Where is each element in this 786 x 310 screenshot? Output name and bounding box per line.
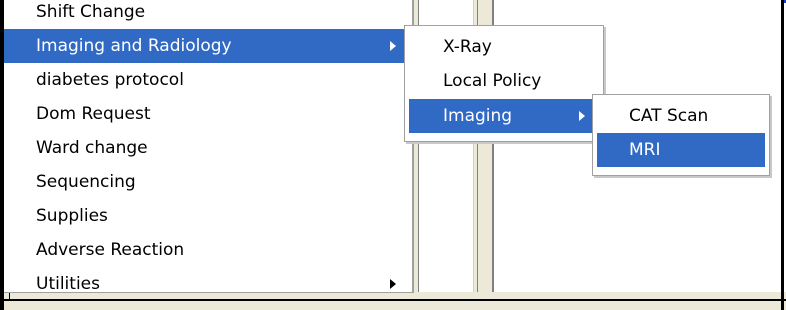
menu-item-label: Shift Change [36,2,146,22]
menu-item-imaging-and-radiology[interactable]: Imaging and Radiology [4,29,412,63]
menu-item-mri[interactable]: MRI [597,133,765,167]
menu-item-label: Utilities [36,274,100,294]
menu-item-diabetes-protocol[interactable]: diabetes protocol [4,63,412,97]
menu-item-local-policy[interactable]: Local Policy [405,64,603,98]
menu-item-label: Adverse Reaction [36,240,185,260]
menu-item-label: MRI [629,140,661,160]
window-right-border [781,0,784,310]
submenu-imaging: CAT Scan MRI [592,94,770,176]
menu-item-label: X-Ray [443,37,492,57]
menu-item-label: Ward change [36,138,148,158]
menu-item-sequencing[interactable]: Sequencing [4,165,412,199]
menu-item-imaging[interactable]: Imaging [409,99,599,133]
menu-item-ward-change[interactable]: Ward change [4,131,412,165]
menu-item-cat-scan[interactable]: CAT Scan [593,99,769,133]
menu-item-label: Imaging [443,106,513,126]
submenu-arrow-icon [390,279,396,289]
menu-item-x-ray[interactable]: X-Ray [405,30,603,64]
menu-item-label: Local Policy [443,71,542,91]
menu-item-utilities[interactable]: Utilities [4,267,412,301]
menu-item-label: CAT Scan [629,106,709,126]
menu-item-label: Dom Request [36,104,151,124]
menu-item-label: Imaging and Radiology [36,36,232,56]
menu-item-label: diabetes protocol [36,70,184,90]
submenu-imaging-and-radiology: X-Ray Local Policy Imaging [404,25,604,142]
menu-item-supplies[interactable]: Supplies [4,199,412,233]
menu-item-label: Sequencing [36,172,136,192]
menu-item-dom-request[interactable]: Dom Request [4,97,412,131]
submenu-arrow-icon [390,41,396,51]
menu-item-shift-change[interactable]: Shift Change [4,0,412,29]
menu-item-adverse-reaction[interactable]: Adverse Reaction [4,233,412,267]
context-menu-main: Shift Change Imaging and Radiology diabe… [4,0,414,294]
menu-item-label: Supplies [36,206,108,226]
submenu-arrow-icon [579,111,585,121]
